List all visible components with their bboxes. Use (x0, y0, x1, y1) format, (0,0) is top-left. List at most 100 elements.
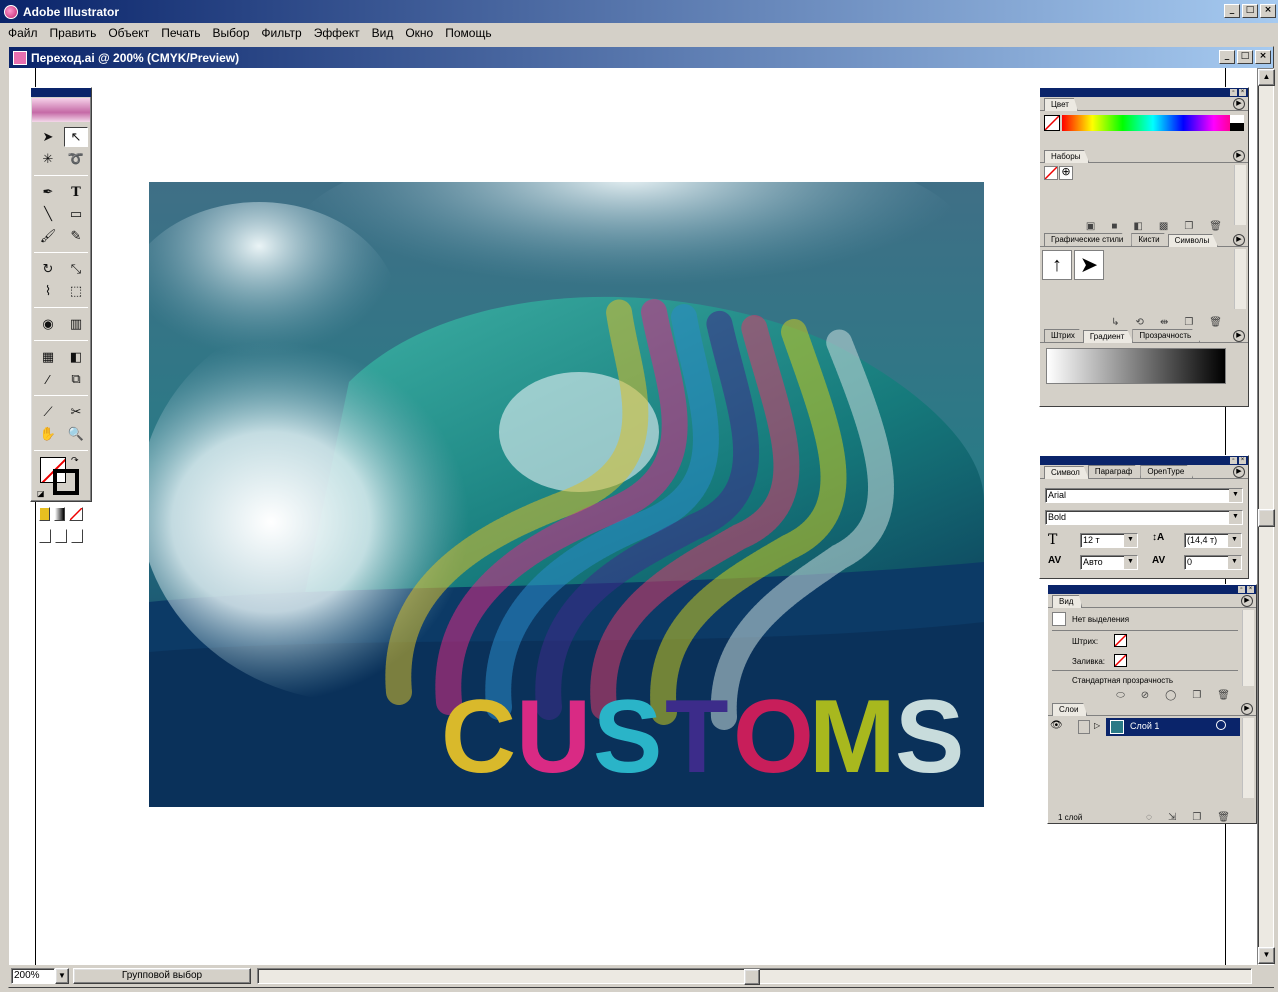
symbols-panel-menu-icon[interactable]: ▶ (1233, 234, 1245, 246)
blend-tool-icon[interactable]: ⧉ (64, 369, 88, 389)
tab-stroke[interactable]: Штрих (1044, 329, 1084, 342)
scroll-up-arrow-icon[interactable]: ▲ (1258, 69, 1275, 86)
menu-filter[interactable]: Фильтр (255, 24, 307, 42)
default-fill-stroke-icon[interactable]: ◪ (37, 489, 45, 498)
vertical-scroll-thumb[interactable] (1258, 509, 1275, 527)
gradient-panel-menu-icon[interactable]: ▶ (1233, 330, 1245, 342)
rotate-tool-icon[interactable]: ↻ (36, 259, 60, 279)
toolbox-titlebar[interactable] (31, 88, 91, 97)
new-swatch-icon[interactable]: ❐ (1184, 221, 1193, 232)
font-size-dropdown-icon[interactable]: ▼ (1124, 534, 1137, 547)
selection-tool-icon[interactable]: ➤ (36, 127, 60, 147)
pen-tool-icon[interactable]: ✒ (36, 182, 60, 202)
clear-appearance-icon[interactable]: ⊘ (1141, 690, 1149, 701)
hand-tool-icon[interactable]: ✋ (36, 424, 60, 444)
color-none-swatch[interactable] (1044, 115, 1060, 131)
show-pattern-swatches-icon[interactable]: ▩ (1159, 221, 1168, 232)
tab-symbols[interactable]: Символы (1167, 234, 1219, 247)
magic-wand-tool-icon[interactable]: ✳ (36, 149, 60, 169)
font-style-dropdown-icon[interactable]: ▼ (1229, 511, 1242, 524)
panel-minimize-button[interactable]: ▫ (1230, 457, 1237, 464)
break-link-icon[interactable]: ⇹ (1160, 317, 1168, 328)
none-mode-icon[interactable] (69, 507, 83, 521)
panel-group-titlebar[interactable]: ▫ × (1048, 585, 1256, 594)
gradient-preview[interactable] (1046, 348, 1226, 384)
menu-object[interactable]: Объект (102, 24, 155, 42)
paintbrush-tool-icon[interactable]: 🖌 (36, 226, 60, 246)
type-tool-icon[interactable]: T (64, 182, 88, 202)
menu-help[interactable]: Помощь (439, 24, 497, 42)
font-size-field[interactable]: 12 т ▼ (1080, 533, 1138, 548)
appearance-panel-menu-icon[interactable]: ▶ (1241, 595, 1253, 607)
zoom-field[interactable]: 200% (11, 968, 55, 984)
minimize-button[interactable]: _ (1224, 4, 1240, 18)
place-symbol-icon[interactable]: ↳ (1111, 317, 1119, 328)
tab-opentype[interactable]: OpenType (1140, 465, 1194, 478)
appearance-scrollbar[interactable] (1242, 610, 1254, 686)
mesh-tool-icon[interactable]: ▦ (36, 347, 60, 367)
new-layer-icon[interactable]: ❐ (1192, 812, 1201, 823)
delete-item-icon[interactable]: 🗑 (1217, 690, 1230, 701)
horizontal-scroll-thumb[interactable] (744, 969, 760, 985)
font-family-field[interactable]: Arial ▼ (1045, 488, 1243, 503)
eyedropper-tool-icon[interactable]: ⁄ (36, 369, 60, 389)
new-sublayer-icon[interactable]: ⇲ (1168, 812, 1176, 823)
layers-scrollbar[interactable] (1242, 718, 1254, 798)
panel-close-button[interactable]: × (1239, 89, 1246, 96)
delete-swatch-icon[interactable]: 🗑 (1209, 221, 1222, 232)
layer-target-icon[interactable] (1216, 720, 1226, 730)
appearance-stroke-swatch[interactable] (1114, 634, 1127, 647)
layer-lock-toggle[interactable] (1078, 720, 1090, 734)
scissors-tool-icon[interactable]: ✂ (64, 402, 88, 422)
panel-minimize-button[interactable]: ▫ (1230, 89, 1237, 96)
horizontal-scrollbar[interactable] (257, 968, 1252, 985)
swatches-panel-menu-icon[interactable]: ▶ (1233, 150, 1245, 162)
character-panel-menu-icon[interactable]: ▶ (1233, 466, 1245, 478)
free-transform-tool-icon[interactable]: ⬚ (64, 281, 88, 301)
panel-group-titlebar[interactable]: ▫ × (1040, 88, 1248, 97)
new-symbol-icon[interactable]: ❐ (1184, 317, 1193, 328)
font-style-field[interactable]: Bold ▼ (1045, 510, 1243, 525)
swap-fill-stroke-icon[interactable]: ↷ (71, 455, 79, 466)
menu-file[interactable]: Файл (2, 24, 44, 42)
artwork-image[interactable]: C U S T O M S (149, 182, 984, 807)
show-color-swatches-icon[interactable]: ■ (1111, 221, 1117, 232)
leading-dropdown-icon[interactable]: ▼ (1228, 534, 1241, 547)
make-clipping-mask-icon[interactable]: ◌ (1146, 812, 1152, 823)
panel-close-button[interactable]: × (1239, 457, 1246, 464)
rectangle-tool-icon[interactable]: ▭ (64, 204, 88, 224)
graph-tool-icon[interactable]: ▥ (64, 314, 88, 334)
layer-visibility-eye-icon[interactable]: 👁 (1050, 720, 1064, 734)
panel-minimize-button[interactable]: ▫ (1238, 586, 1245, 593)
tab-brushes[interactable]: Кисти (1131, 233, 1169, 246)
color-spectrum-bar[interactable] (1062, 115, 1244, 131)
registration-swatch-icon[interactable]: ⊕ (1059, 166, 1073, 180)
leading-field[interactable]: (14,4 т) ▼ (1184, 533, 1242, 548)
tab-swatches[interactable]: Наборы (1044, 150, 1090, 163)
status-tool-field[interactable]: Групповой выбор (73, 968, 251, 984)
vertical-scrollbar[interactable]: ▲ ▼ (1257, 68, 1275, 965)
symbol-arrow-up-icon[interactable]: ↑ (1042, 250, 1072, 280)
zoom-dropdown-icon[interactable]: ▼ (55, 968, 69, 984)
tracking-dropdown-icon[interactable]: ▼ (1228, 556, 1241, 569)
color-panel-menu-icon[interactable]: ▶ (1233, 98, 1245, 110)
duplicate-item-icon[interactable]: ❐ (1192, 690, 1201, 701)
tab-graphic-styles[interactable]: Графические стили (1044, 233, 1133, 246)
layer-expand-triangle-icon[interactable]: ▷ (1094, 721, 1100, 730)
symbol-sprayer-tool-icon[interactable]: ◉ (36, 314, 60, 334)
appearance-fill-swatch[interactable] (1114, 654, 1127, 667)
new-art-basic-appearance-icon[interactable]: ⬭ (1116, 690, 1125, 701)
menu-view[interactable]: Вид (366, 24, 400, 42)
delete-layer-icon[interactable]: 🗑 (1217, 812, 1230, 823)
pencil-tool-icon[interactable]: ✎ (64, 226, 88, 246)
kerning-dropdown-icon[interactable]: ▼ (1124, 556, 1137, 569)
tab-character[interactable]: Символ (1044, 466, 1089, 479)
kerning-field[interactable]: Авто ▼ (1080, 555, 1138, 570)
tab-color[interactable]: Цвет (1044, 98, 1078, 111)
symbol-arrow-right-icon[interactable]: ➤ (1074, 250, 1104, 280)
menu-effect[interactable]: Эффект (308, 24, 366, 42)
zoom-tool-icon[interactable]: 🔍 (64, 424, 88, 444)
tracking-field[interactable]: 0 ▼ (1184, 555, 1242, 570)
standard-screen-mode-icon[interactable] (39, 529, 51, 543)
scale-tool-icon[interactable]: ⤡ (64, 259, 88, 279)
